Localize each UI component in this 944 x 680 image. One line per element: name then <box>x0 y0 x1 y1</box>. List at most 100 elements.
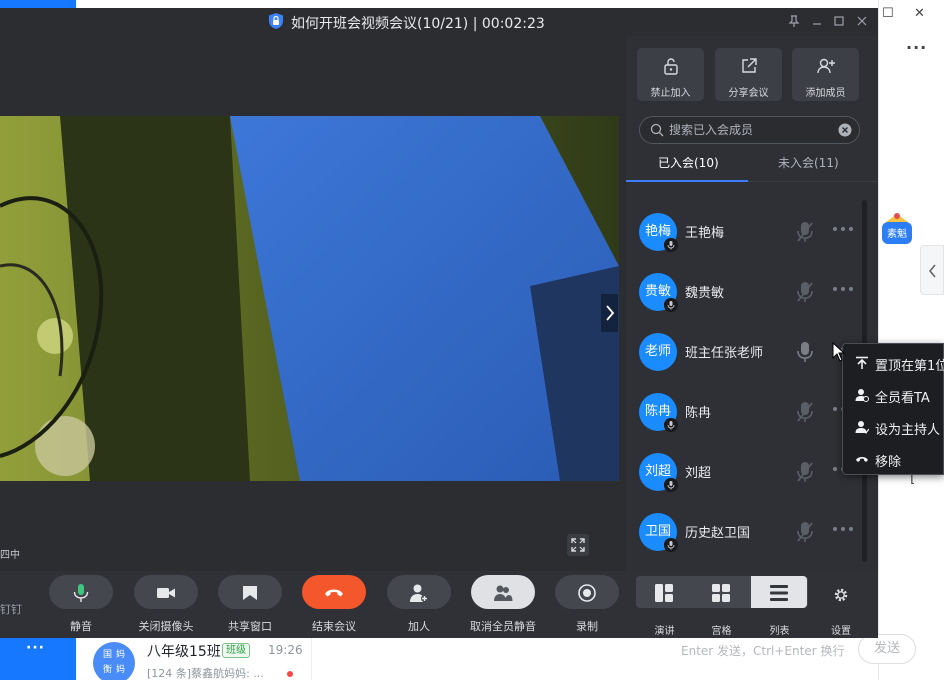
close-icon[interactable]: ✕ <box>914 6 925 21</box>
settings-button[interactable]: 设置 <box>825 575 857 637</box>
chat-preview: [124 条]蔡鑫航妈妈: ... <box>147 667 264 680</box>
unmute-all-button[interactable]: 取消全员静音 <box>470 575 536 635</box>
record-button[interactable]: 录制 <box>555 575 619 635</box>
collapse-arrow-button[interactable] <box>920 245 944 295</box>
hang-up-button[interactable]: 结束会议 <box>302 575 366 635</box>
share-meeting-button[interactable]: 分享会议 <box>715 48 782 101</box>
more-dots-icon[interactable]: ··· <box>26 640 45 656</box>
message-input-hint[interactable]: Enter 发送，Ctrl+Enter 换行 <box>681 642 844 659</box>
video-feed[interactable] <box>0 116 619 481</box>
lock-meeting-button[interactable]: 禁止加入 <box>637 48 704 101</box>
speaker-layout-button[interactable]: 演讲 <box>636 576 693 637</box>
more-options-icon[interactable] <box>832 286 854 292</box>
chat-name[interactable]: 八年级15班 <box>147 641 221 661</box>
mic-badge-icon <box>664 238 678 252</box>
member-name: 王艳梅 <box>685 226 725 241</box>
chat-avatar[interactable]: 国 妈 衡 妈 <box>93 642 135 680</box>
camera-icon <box>156 583 176 603</box>
avatar: 老师 <box>639 333 677 371</box>
microphone-button[interactable]: 静音 <box>49 575 113 635</box>
chat-tag-badge: 班级 <box>222 643 250 658</box>
speaker-layout-icon <box>654 583 674 603</box>
spotlight-menu-item[interactable]: 全员看TA <box>843 380 944 410</box>
member-row[interactable]: 刘超 刘超 <box>626 440 862 500</box>
clear-search-icon[interactable] <box>838 123 852 137</box>
mascot-label: 素魁 <box>887 227 907 240</box>
mic-muted-icon[interactable] <box>796 460 814 484</box>
member-row[interactable]: 老师 班主任张老师 <box>626 320 862 380</box>
mic-badge-icon <box>664 298 678 312</box>
list-layout-button[interactable]: 列表 <box>751 576 808 637</box>
maximize-icon[interactable] <box>831 13 847 29</box>
mic-muted-icon[interactable] <box>796 280 814 304</box>
member-row[interactable]: 贵敏 魏贵敏 <box>626 260 862 320</box>
participants-panel: 禁止加入 分享会议 添加成员 已入会(10) 未入会(11) <box>626 36 878 571</box>
unread-dot <box>287 671 293 677</box>
mascot-icon[interactable]: 素魁 <box>878 210 916 252</box>
pin-to-top-menu-item[interactable]: 置顶在第1位 <box>843 348 944 378</box>
mic-muted-icon[interactable] <box>796 400 814 424</box>
tab-not-joined[interactable]: 未入会(11) <box>778 154 839 171</box>
grid-layout-button[interactable]: 宫格 <box>693 576 750 637</box>
background-right-panel <box>878 0 944 680</box>
camera-button[interactable]: 关闭摄像头 <box>134 575 198 635</box>
more-icon[interactable]: ··· <box>906 38 927 57</box>
member-row[interactable]: 卫国 历史赵卫国 <box>626 500 862 560</box>
chat-time: 19:26 <box>268 643 303 657</box>
member-search-input[interactable] <box>669 121 839 139</box>
mic-badge-icon <box>664 418 678 432</box>
spotlight-icon <box>855 388 869 402</box>
fullscreen-icon[interactable] <box>567 534 589 556</box>
member-name: 刘超 <box>685 466 712 481</box>
title-bar: 如何开班会视频会议(10/21) | 00:02:23 <box>0 8 878 36</box>
add-member-button[interactable]: 添加成员 <box>792 48 859 101</box>
member-context-menu: 置顶在第1位 全员看TA 设为主持人 移除 <box>842 343 944 475</box>
shield-lock-icon <box>268 12 284 30</box>
list-layout-label: 列表 <box>769 626 790 637</box>
unmute-all-icon <box>493 583 513 603</box>
mic-badge-icon <box>664 538 678 552</box>
member-name: 历史赵卫国 <box>685 526 751 541</box>
minimize-icon[interactable] <box>809 13 825 29</box>
mic-muted-icon[interactable] <box>796 220 814 244</box>
member-row[interactable]: 陈冉 陈冉 <box>626 380 862 440</box>
mic-muted-icon[interactable] <box>796 520 814 544</box>
member-row[interactable]: 艳梅 王艳梅 <box>626 200 862 260</box>
app-name-fragment: 钉钉 <box>0 603 22 616</box>
hang-up-icon <box>324 583 344 603</box>
video-area: 四中 <box>0 36 626 571</box>
member-name: 魏贵敏 <box>685 286 725 301</box>
more-options-icon[interactable] <box>832 526 854 532</box>
add-member-icon <box>816 56 836 76</box>
more-options-icon[interactable] <box>832 226 854 232</box>
set-host-label: 设为主持人 <box>875 423 941 438</box>
set-host-menu-item[interactable]: 设为主持人 <box>843 412 944 442</box>
share-meeting-label: 分享会议 <box>728 88 769 99</box>
speaker-layout-label: 演讲 <box>654 626 675 637</box>
active-tab-indicator <box>626 180 748 182</box>
restore-icon[interactable]: ☐ <box>882 6 894 21</box>
microphone-icon[interactable] <box>796 340 814 364</box>
lock-meeting-label: 禁止加入 <box>650 88 691 99</box>
pin-icon[interactable] <box>786 13 802 29</box>
unmute-all-label: 取消全员静音 <box>470 620 536 633</box>
lock-icon <box>661 56 681 76</box>
next-page-button[interactable] <box>601 294 618 332</box>
close-meeting-window-icon[interactable] <box>854 13 870 29</box>
screen-share-button[interactable]: 共享窗口 <box>218 575 282 635</box>
background-app-sidebar-top <box>0 0 76 8</box>
share-icon <box>739 56 759 76</box>
remove-label: 移除 <box>875 455 902 470</box>
send-button[interactable]: 发送 <box>858 634 916 664</box>
hang-up-label: 结束会议 <box>312 620 356 633</box>
add-person-button[interactable]: 加人 <box>387 575 451 635</box>
add-person-label: 加人 <box>408 620 430 633</box>
remove-menu-item[interactable]: 移除 <box>843 444 944 474</box>
pin-to-top-label: 置顶在第1位 <box>875 359 944 374</box>
screen-share-label: 共享窗口 <box>228 620 272 633</box>
layout-switcher: 演讲 宫格 列表 <box>636 576 808 637</box>
record-icon <box>577 583 597 603</box>
pin-top-icon <box>855 356 869 370</box>
member-search-box[interactable] <box>639 116 860 144</box>
tab-joined[interactable]: 已入会(10) <box>658 154 719 171</box>
